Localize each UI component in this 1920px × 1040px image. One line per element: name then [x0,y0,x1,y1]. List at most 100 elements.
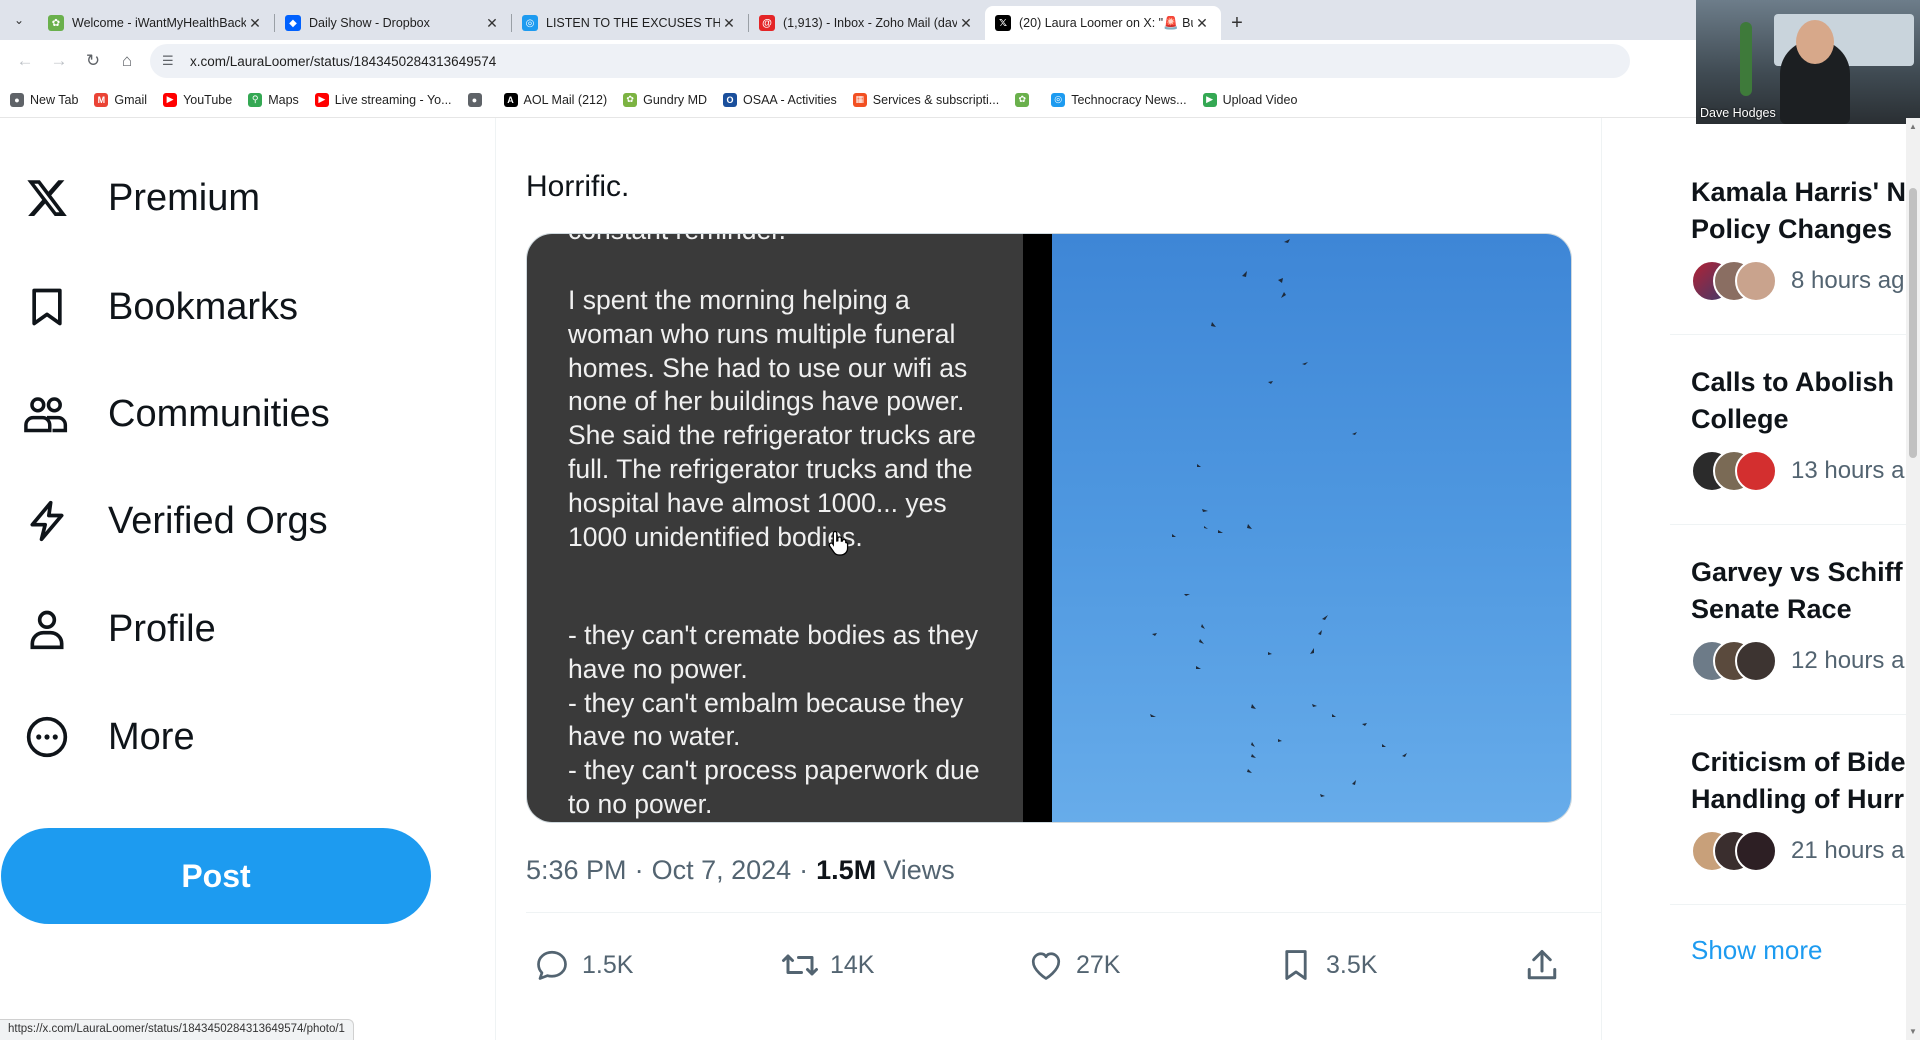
views-count: 1.5M [816,855,877,885]
meta-separator: · [634,855,644,885]
nav-item-more[interactable]: More [22,707,195,767]
bookmark-label: New Tab [30,92,79,107]
bookmark-technocracy[interactable]: ◎ Technocracy News... [1051,92,1187,107]
close-tab-icon[interactable]: ✕ [246,15,264,32]
trend-item[interactable]: Calls to Abolish College 13 hours a [1691,364,1920,492]
reply-icon [532,945,572,985]
tweet-date[interactable]: Oct 7, 2024 [652,855,792,886]
tweet-meta: 5:36 PM · Oct 7, 2024 · 1.5M Views [526,855,955,886]
views-label: Views [883,855,955,885]
close-tab-icon[interactable]: ✕ [483,15,501,32]
close-tab-icon[interactable]: ✕ [957,15,975,32]
address-bar-row: ← → ↻ ⌂ ☰ x.com/LauraLoomer/status/18434… [0,40,1920,82]
page-scrollbar[interactable]: ▲ ▼ [1906,118,1920,1040]
browser-tab[interactable]: ◆ Daily Show - Dropbox ✕ [275,6,511,40]
communities-icon [22,389,72,439]
home-icon[interactable]: ⌂ [110,44,144,78]
media-screenshot-text[interactable]: constant reminder. I spent the morning h… [527,234,1023,822]
back-arrow-icon[interactable]: ← [8,44,42,78]
bookmark-gmail[interactable]: M Gmail [94,92,147,107]
leaf-icon: ✿ [623,92,638,107]
trend-item[interactable]: Kamala Harris' N Policy Changes 8 hours … [1691,174,1920,302]
bookmark-youtube[interactable]: ▶ YouTube [163,92,232,107]
bookmark-leaf[interactable]: ✿ [1015,92,1035,107]
birds-in-sky [1150,239,1407,797]
nav-item-bookmarks[interactable]: Bookmarks [22,277,298,337]
tweet-actions: 1.5K 14K 27K 3.5K [526,940,1566,990]
scrollbar-thumb[interactable] [1909,188,1917,458]
avatar [1735,260,1777,302]
browser-tab[interactable]: @ (1,913) - Inbox - Zoho Mail (dav ✕ [749,6,985,40]
trend-time: 13 hours a [1791,457,1905,484]
bookmark-aol-mail[interactable]: A AOL Mail (212) [503,92,607,107]
post-button[interactable]: Post [1,828,431,924]
trend-item[interactable]: Garvey vs Schiff Senate Race 12 hours a [1691,554,1920,682]
bookmark-upload-video[interactable]: ▶ Upload Video [1202,92,1297,107]
browser-tab-active[interactable]: 𝕏 (20) Laura Loomer on X: "🚨 Bu ✕ [985,6,1221,40]
avatar [1735,830,1777,872]
close-tab-icon[interactable]: ✕ [1193,15,1211,32]
osaa-icon: O [723,92,738,107]
avatar-group [1691,830,1779,872]
bookmark-new-tab[interactable]: ● New Tab [10,92,79,107]
like-button[interactable]: 27K [1026,940,1120,990]
new-tab-button[interactable]: + [1221,6,1253,40]
bookmark-label: Gundry MD [643,92,708,107]
webcam-overlay: Dave Hodges [1696,0,1920,124]
cactus-decoration [1740,22,1752,96]
trend-time: 21 hours a [1791,837,1905,864]
trend-title: Senate Race [1691,594,1852,624]
browser-tab[interactable]: ◎ LISTEN TO THE EXCUSES THIS A ✕ [512,6,748,40]
trend-title: Garvey vs Schiff [1691,557,1903,587]
column-divider [495,118,496,1040]
image-text-top: constant reminder. [568,234,786,248]
column-divider [1601,118,1602,1040]
trend-item[interactable]: Criticism of Bide Handling of Hurr 21 ho… [1691,744,1920,872]
leaf-icon: ✿ [1015,92,1030,107]
url-input[interactable]: ☰ x.com/LauraLoomer/status/1843450284313… [150,44,1630,78]
trend-title: Kamala Harris' N [1691,177,1907,207]
more-circle-icon [22,712,72,762]
bookmark-count: 3.5K [1326,950,1378,979]
bookmark-gundry-md[interactable]: ✿ Gundry MD [623,92,708,107]
site-settings-icon[interactable]: ☰ [162,53,182,69]
webcam-name: Dave Hodges [1700,106,1776,120]
repost-button[interactable]: 14K [780,940,874,990]
trend-title: College [1691,404,1789,434]
bookmark-maps[interactable]: ⚲ Maps [248,92,299,107]
media-sky-photo[interactable] [1052,234,1571,822]
bookmark-osaa[interactable]: O OSAA - Activities [723,92,837,107]
tweet-time[interactable]: 5:36 PM [526,855,627,886]
share-icon [1522,945,1562,985]
scroll-down-icon[interactable]: ▼ [1909,1027,1917,1036]
reload-icon[interactable]: ↻ [76,44,110,78]
show-more-link[interactable]: Show more [1691,935,1823,966]
nav-item-premium[interactable]: Premium [22,168,260,228]
bookmark-live-streaming[interactable]: ▶ Live streaming - Yo... [314,92,452,107]
nav-item-verified-orgs[interactable]: Verified Orgs [22,491,328,551]
avatar [1735,640,1777,682]
browser-tab[interactable]: ✿ Welcome - iWantMyHealthBack ✕ [38,6,274,40]
image-text-list: - they can't cremate bodies as they have… [568,619,1009,822]
reply-count: 1.5K [582,950,634,979]
bookmark-label: Live streaming - Yo... [334,92,452,107]
nav-label: Bookmarks [108,285,299,328]
nav-item-communities[interactable]: Communities [22,384,330,444]
trend-title: Calls to Abolish [1691,367,1895,397]
status-url-bubble: https://x.com/LauraLoomer/status/1843450… [0,1019,354,1040]
bookmark-button[interactable]: 3.5K [1276,940,1377,990]
scroll-up-icon[interactable]: ▲ [1909,122,1917,131]
dropbox-icon: ◆ [285,15,301,31]
aol-icon: A [503,92,518,107]
close-tab-icon[interactable]: ✕ [720,15,738,32]
tab-search-chevron-icon[interactable]: ⌄ [0,0,38,40]
bookmark-globe[interactable]: ● [467,92,488,107]
nav-item-profile[interactable]: Profile [22,599,216,659]
tweet-media[interactable]: constant reminder. I spent the morning h… [526,233,1572,823]
divider [526,912,1602,913]
share-button[interactable] [1522,940,1572,990]
upload-video-icon: ▶ [1202,92,1217,107]
reply-button[interactable]: 1.5K [532,940,633,990]
forward-arrow-icon[interactable]: → [42,44,76,78]
bookmark-services[interactable]: ▦ Services & subscripti... [852,92,999,107]
